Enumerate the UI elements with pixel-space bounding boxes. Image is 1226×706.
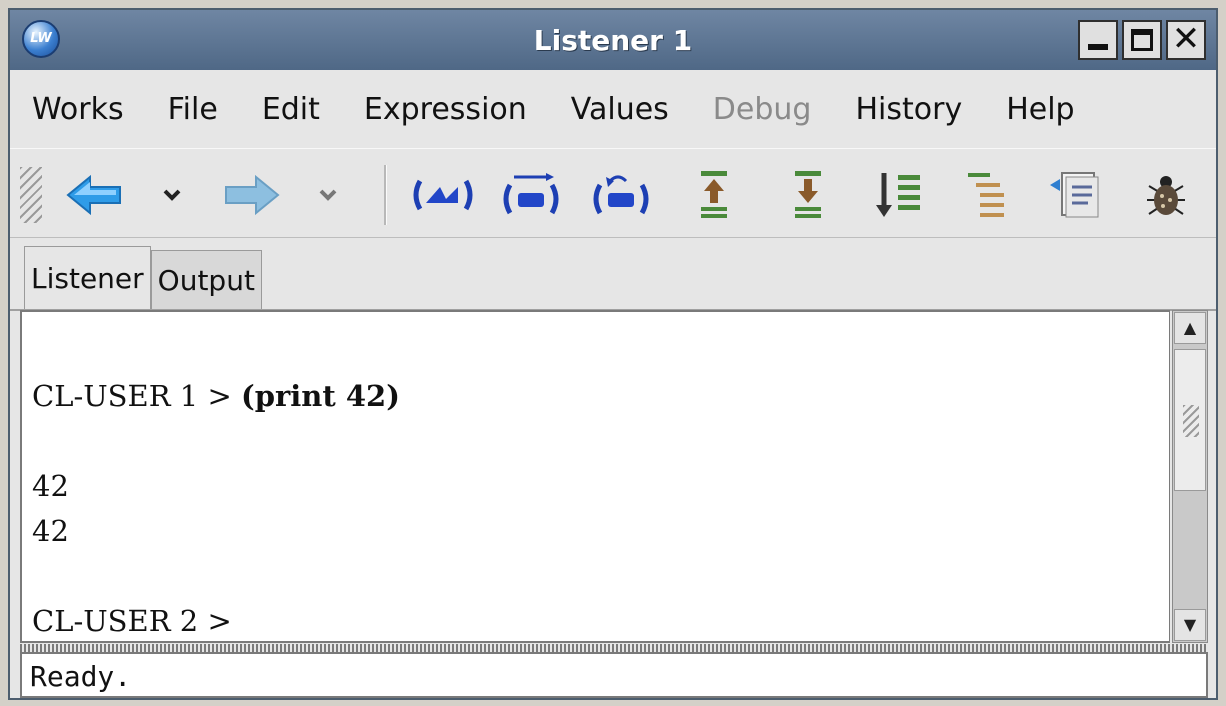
history-list-icon[interactable] (872, 169, 926, 221)
status-text: Ready. (30, 660, 132, 693)
debugger-bug-icon[interactable] (1138, 169, 1194, 221)
scroll-down-arrow-icon[interactable]: ▼ (1174, 609, 1206, 641)
menu-history[interactable]: History (855, 92, 962, 127)
next-history-icon[interactable] (788, 169, 828, 221)
menu-values[interactable]: Values (571, 92, 669, 127)
tab-listener[interactable]: Listener (24, 246, 151, 310)
scrollbar-thumb[interactable] (1174, 349, 1206, 491)
listener-transcript: CL-USER 1 > (print 42) 42 42 CL-USER 2 > (32, 360, 400, 644)
scroll-up-arrow-icon[interactable]: ▲ (1174, 312, 1206, 344)
tab-strip: Listener Output (24, 242, 262, 310)
menu-expression[interactable]: Expression (364, 92, 527, 127)
macroexpand-icon[interactable] (498, 169, 564, 221)
pane-splitter[interactable] (20, 644, 1208, 652)
forward-history-dropdown-icon[interactable] (316, 169, 340, 221)
prompt-line-1: CL-USER 1 > (print 42) (32, 379, 400, 413)
command-text: (print 42) (240, 379, 400, 413)
return-value-icon[interactable] (588, 169, 654, 221)
vertical-scrollbar[interactable]: ▲ ▼ (1172, 310, 1208, 643)
menu-works[interactable]: Works (32, 92, 124, 127)
previous-history-icon[interactable] (694, 169, 734, 221)
inspect-icon[interactable] (1046, 169, 1104, 221)
indent-icon[interactable] (964, 169, 1008, 221)
listener-window: LW Listener 1 ✕ Works File Edit Expressi… (8, 8, 1218, 700)
toolbar (10, 148, 1216, 238)
tab-output[interactable]: Output (150, 250, 262, 310)
window-controls: ✕ (1078, 20, 1206, 60)
back-arrow-icon[interactable] (62, 169, 126, 221)
output-line: 42 (32, 514, 69, 548)
close-icon[interactable]: ✕ (1166, 20, 1206, 60)
evaluate-icon[interactable] (408, 169, 478, 221)
listener-pane[interactable]: CL-USER 1 > (print 42) 42 42 CL-USER 2 > (20, 310, 1170, 643)
menu-bar: Works File Edit Expression Values Debug … (10, 72, 1216, 146)
prompt-line-2: CL-USER 2 > (32, 604, 232, 638)
menu-debug[interactable]: Debug (713, 92, 812, 127)
output-line: 42 (32, 469, 69, 503)
minimize-icon[interactable] (1078, 20, 1118, 60)
status-bar: Ready. (20, 652, 1208, 698)
title-bar[interactable]: LW Listener 1 ✕ (10, 10, 1216, 70)
maximize-icon[interactable] (1122, 20, 1162, 60)
forward-arrow-icon[interactable] (220, 169, 284, 221)
menu-file[interactable]: File (168, 92, 218, 127)
toolbar-separator (384, 165, 387, 225)
menu-edit[interactable]: Edit (262, 92, 320, 127)
back-history-dropdown-icon[interactable] (160, 169, 184, 221)
window-title: Listener 1 (533, 24, 693, 57)
scrollbar-grip (1183, 405, 1199, 437)
toolbar-grip[interactable] (20, 167, 42, 223)
menu-help[interactable]: Help (1006, 92, 1074, 127)
